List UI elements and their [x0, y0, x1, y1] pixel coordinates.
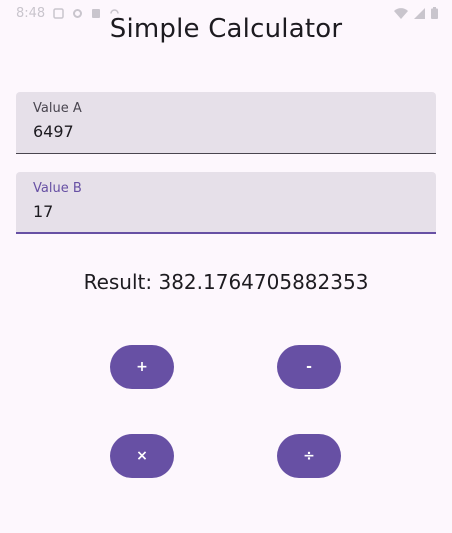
value-a-label: Value A: [33, 101, 82, 116]
value-b-field[interactable]: Value B 17: [16, 172, 436, 234]
result-text: Result: 382.1764705882353: [83, 270, 369, 294]
divide-button[interactable]: ÷: [277, 434, 341, 478]
multiply-button[interactable]: ×: [110, 434, 174, 478]
value-a-input[interactable]: 6497: [33, 122, 74, 141]
value-a-field[interactable]: Value A 6497: [16, 92, 436, 154]
value-b-input[interactable]: 17: [33, 202, 53, 221]
page-title: Simple Calculator: [109, 14, 343, 44]
add-button[interactable]: +: [110, 345, 174, 389]
subtract-button[interactable]: -: [277, 345, 341, 389]
value-b-label: Value B: [33, 181, 82, 196]
